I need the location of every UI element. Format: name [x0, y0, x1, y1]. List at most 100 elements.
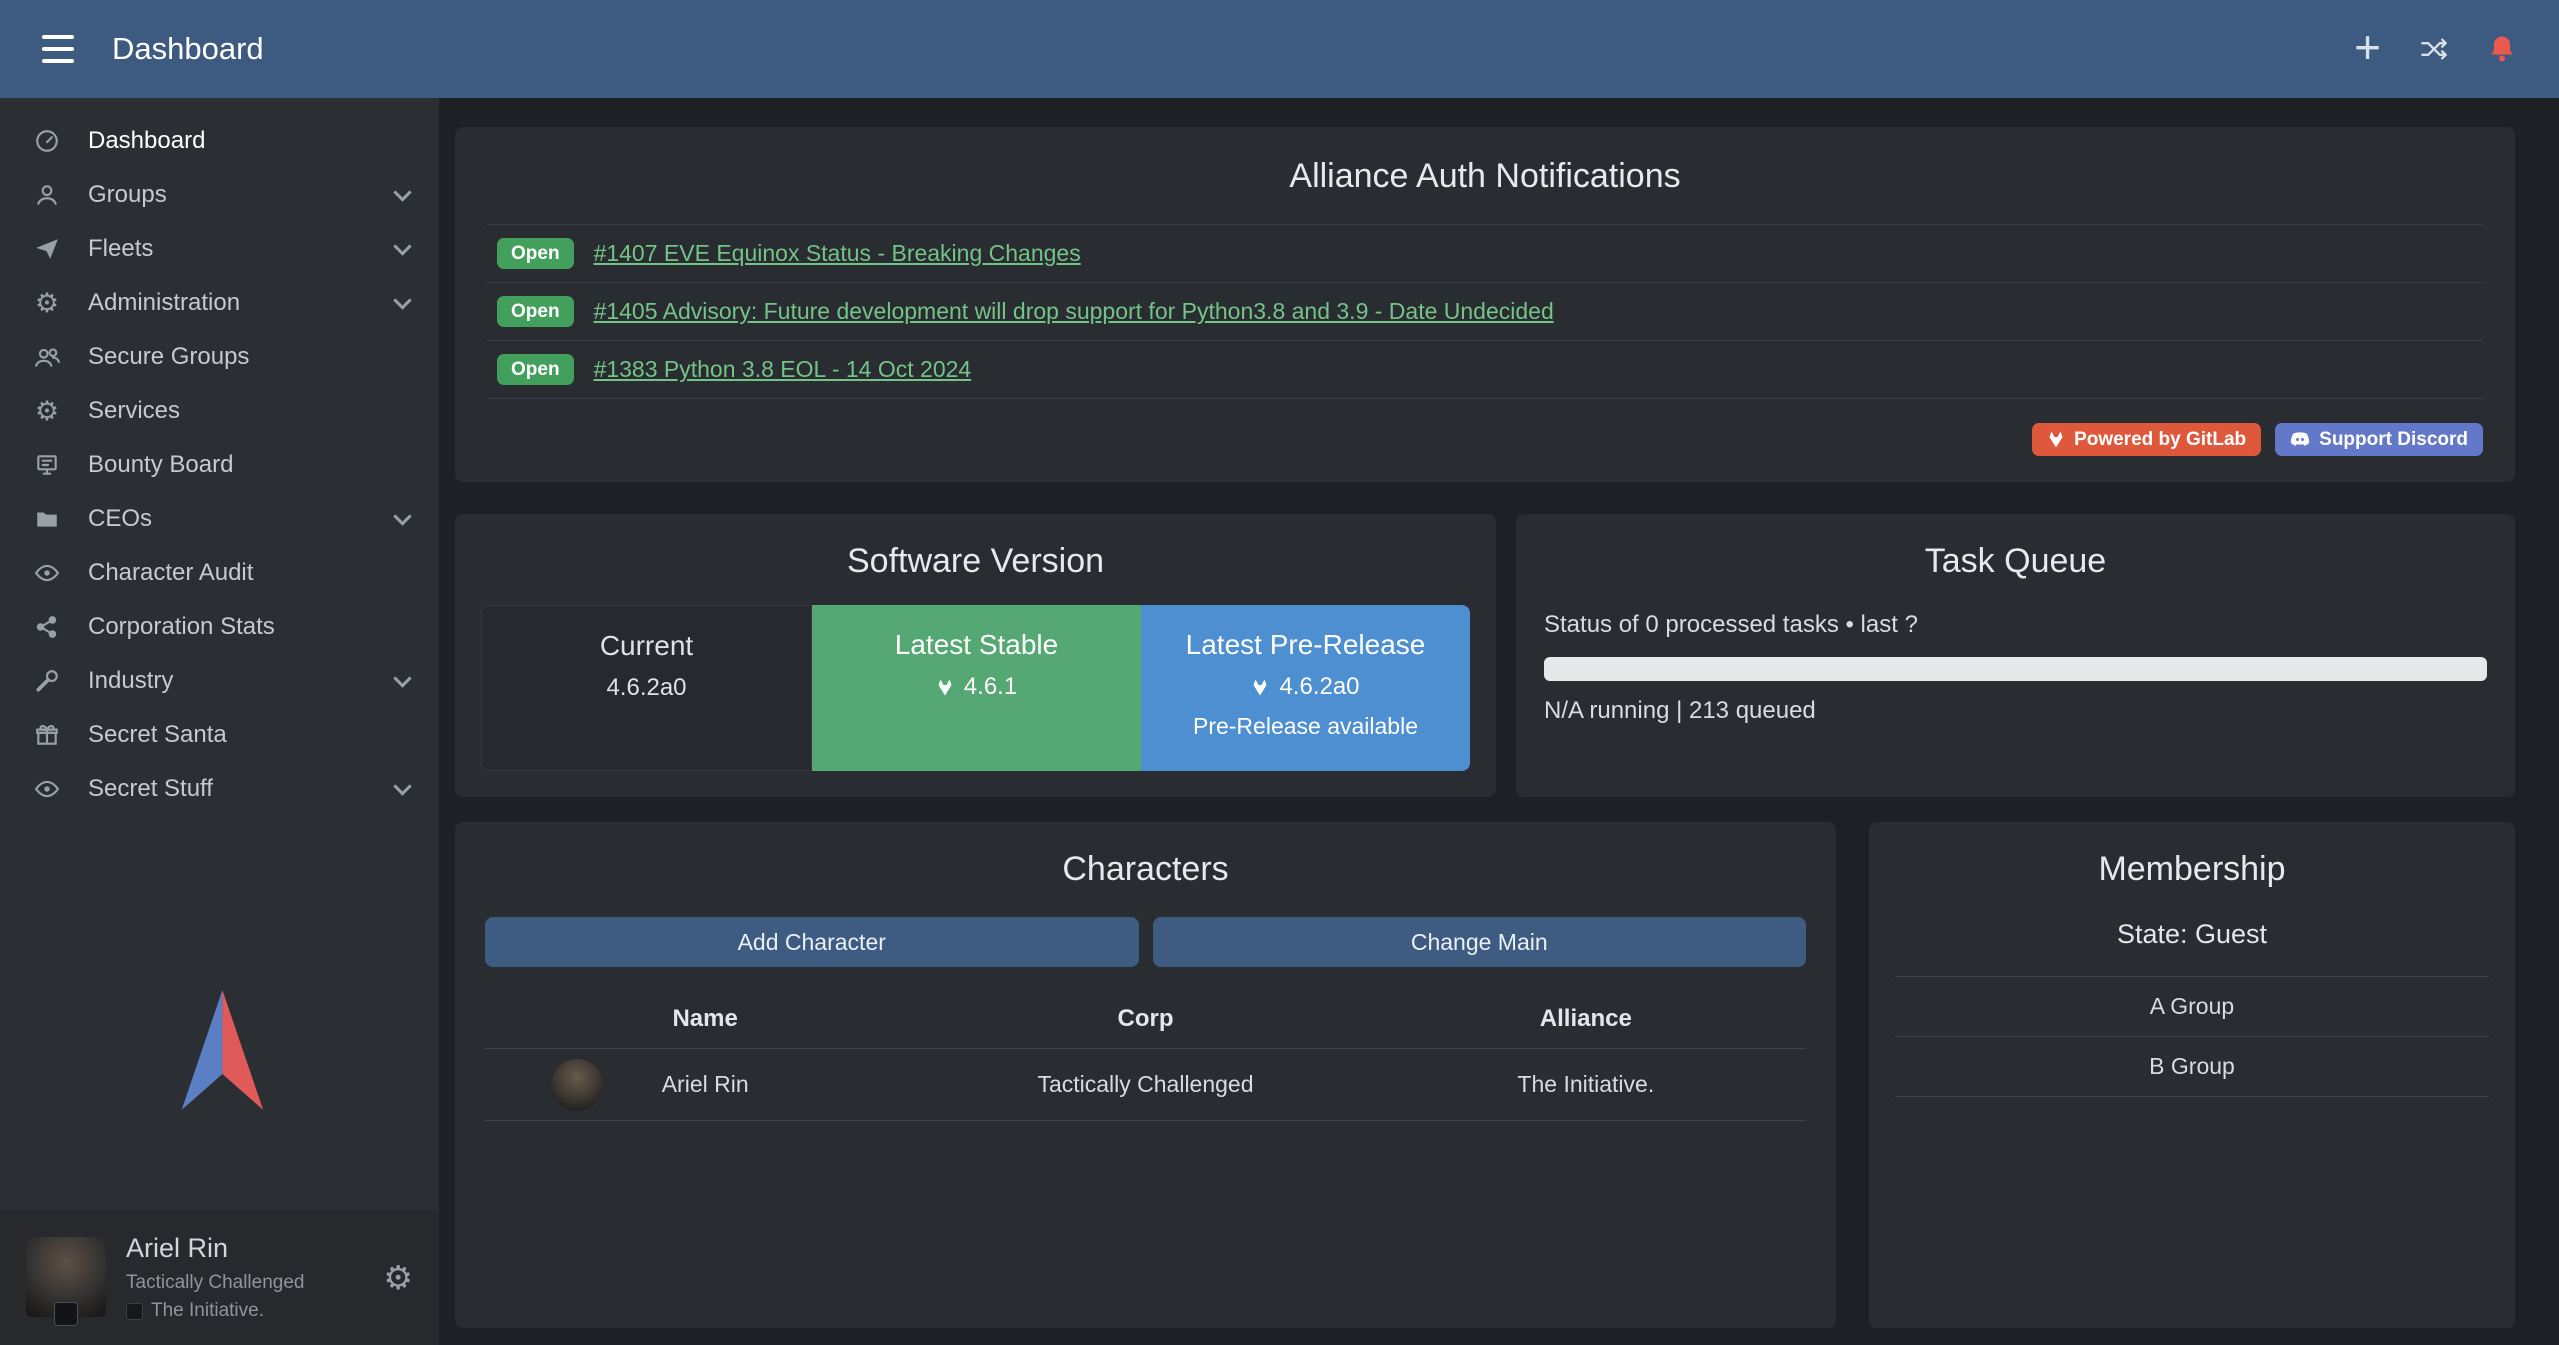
status-badge: Open — [497, 238, 574, 269]
notification-row: Open #1383 Python 3.8 EOL - 14 Oct 2024 — [487, 340, 2483, 399]
sidebar-item-administration[interactable]: ⚙ Administration — [0, 276, 439, 330]
gitlab-icon — [936, 679, 954, 696]
top-navbar: Dashboard + — [0, 0, 2559, 98]
sidebar-item-label: Character Audit — [88, 559, 253, 587]
sidebar-item-label: Dashboard — [88, 127, 205, 155]
discord-badge[interactable]: Support Discord — [2275, 423, 2483, 456]
chevron-down-icon — [393, 183, 411, 201]
status-badge: Open — [497, 296, 574, 327]
sidebar-item-industry[interactable]: Industry — [0, 654, 439, 708]
sidebar-item-dashboard[interactable]: Dashboard — [0, 114, 439, 168]
task-queue-panel: Task Queue Status of 0 processed tasks •… — [1516, 514, 2515, 797]
notification-row: Open #1407 EVE Equinox Status - Breaking… — [487, 224, 2483, 282]
gitlab-icon — [1251, 679, 1269, 696]
sidebar-item-groups[interactable]: Groups — [0, 168, 439, 222]
notifications-panel: Alliance Auth Notifications Open #1407 E… — [455, 127, 2515, 482]
sidebar-item-label: Industry — [88, 667, 173, 695]
task-queue-status: Status of 0 processed tasks • last ? — [1544, 611, 2487, 639]
notification-link[interactable]: #1405 Advisory: Future development will … — [594, 298, 1554, 325]
characters-table: Name Corp Alliance Ariel Rin Tactically … — [485, 987, 1806, 1121]
discord-icon — [2290, 432, 2310, 447]
gauge-icon — [30, 128, 64, 154]
sidebar-item-label: Secret Stuff — [88, 775, 213, 803]
column-header-alliance: Alliance — [1366, 987, 1806, 1049]
character-name: Ariel Rin — [662, 1071, 749, 1097]
sidebar-item-label: Services — [88, 397, 180, 425]
sidebar-item-bounty-board[interactable]: Bounty Board — [0, 438, 439, 492]
eye-icon — [30, 560, 64, 586]
sidebar-item-label: Secret Santa — [88, 721, 227, 749]
wrench-icon — [30, 668, 64, 694]
chevron-down-icon — [393, 669, 411, 687]
table-row: Ariel Rin Tactically Challenged The Init… — [485, 1049, 1806, 1121]
sidebar-item-services[interactable]: ⚙ Services — [0, 384, 439, 438]
sidebar-item-label: Fleets — [88, 235, 153, 263]
character-portrait — [551, 1059, 603, 1111]
sidebar-item-label: Groups — [88, 181, 167, 209]
gears-icon: ⚙ — [30, 290, 64, 317]
chevron-down-icon — [393, 237, 411, 255]
software-version-panel: Software Version Current 4.6.2a0 Latest … — [455, 514, 1496, 797]
chevron-down-icon — [393, 291, 411, 309]
add-icon[interactable]: + — [2354, 24, 2381, 70]
current-version-box: Current 4.6.2a0 — [481, 605, 812, 771]
user-name: Ariel Rin — [126, 1232, 305, 1266]
menu-toggle-icon[interactable] — [42, 35, 74, 63]
user-alliance: The Initiative. — [151, 1299, 264, 1323]
sidebar-item-character-audit[interactable]: Character Audit — [0, 546, 439, 600]
chevron-down-icon — [393, 507, 411, 525]
sidebar-item-secret-stuff[interactable]: Secret Stuff — [0, 762, 439, 816]
gitlab-badge[interactable]: Powered by GitLab — [2032, 423, 2261, 456]
software-version-title: Software Version — [481, 542, 1470, 581]
sidebar: Dashboard Groups Fleets ⚙ Administration — [0, 98, 439, 1345]
notifications-bell-icon[interactable] — [2487, 33, 2517, 65]
settings-gear-icon[interactable]: ⚙ — [383, 1258, 413, 1297]
eye-icon — [30, 776, 64, 802]
user-corp: Tactically Challenged — [126, 1271, 305, 1295]
sidebar-item-corporation-stats[interactable]: Corporation Stats — [0, 600, 439, 654]
alliance-logo-icon — [126, 1303, 143, 1320]
cogs-icon: ⚙ — [30, 398, 64, 425]
page-title: Dashboard — [112, 31, 264, 67]
shuffle-icon[interactable] — [2417, 35, 2451, 63]
list-item: B Group — [1895, 1036, 2489, 1097]
change-main-button[interactable]: Change Main — [1153, 917, 1807, 967]
characters-title: Characters — [485, 850, 1806, 889]
board-icon — [30, 452, 64, 478]
gitlab-icon — [2047, 431, 2065, 448]
character-corp: Tactically Challenged — [925, 1049, 1365, 1121]
gift-icon — [30, 722, 64, 748]
sidebar-item-label: Administration — [88, 289, 240, 317]
notification-link[interactable]: #1383 Python 3.8 EOL - 14 Oct 2024 — [594, 356, 972, 383]
sidebar-item-secure-groups[interactable]: Secure Groups — [0, 330, 439, 384]
column-header-corp: Corp — [925, 987, 1365, 1049]
sidebar-item-fleets[interactable]: Fleets — [0, 222, 439, 276]
membership-title: Membership — [1895, 850, 2489, 889]
sidebar-item-ceos[interactable]: CEOs — [0, 492, 439, 546]
share-icon — [30, 614, 64, 640]
notifications-title: Alliance Auth Notifications — [487, 157, 2483, 196]
notification-row: Open #1405 Advisory: Future development … — [487, 282, 2483, 340]
sidebar-item-label: CEOs — [88, 505, 152, 533]
status-badge: Open — [497, 354, 574, 385]
user-card: Ariel Rin Tactically Challenged The Init… — [0, 1210, 439, 1345]
folder-icon — [30, 506, 64, 532]
sidebar-item-secret-santa[interactable]: Secret Santa — [0, 708, 439, 762]
column-header-name: Name — [485, 987, 925, 1049]
add-character-button[interactable]: Add Character — [485, 917, 1139, 967]
sidebar-item-label: Corporation Stats — [88, 613, 275, 641]
sidebar-item-label: Bounty Board — [88, 451, 233, 479]
task-queue-counts: N/A running | 213 queued — [1544, 697, 2487, 725]
chevron-down-icon — [393, 777, 411, 795]
main-content: Alliance Auth Notifications Open #1407 E… — [439, 98, 2559, 1345]
sidebar-item-label: Secure Groups — [88, 343, 249, 371]
characters-panel: Characters Add Character Change Main Nam… — [455, 822, 1836, 1328]
latest-stable-box: Latest Stable 4.6.1 — [812, 605, 1141, 771]
list-item: A Group — [1895, 976, 2489, 1036]
latest-prerelease-box: Latest Pre-Release 4.6.2a0 Pre-Release a… — [1141, 605, 1470, 771]
membership-panel: Membership State: Guest A Group B Group — [1869, 822, 2515, 1328]
membership-state: State: Guest — [1895, 919, 2489, 950]
alliance-auth-logo — [0, 985, 439, 1210]
notification-link[interactable]: #1407 EVE Equinox Status - Breaking Chan… — [594, 240, 1081, 267]
character-alliance: The Initiative. — [1366, 1049, 1806, 1121]
